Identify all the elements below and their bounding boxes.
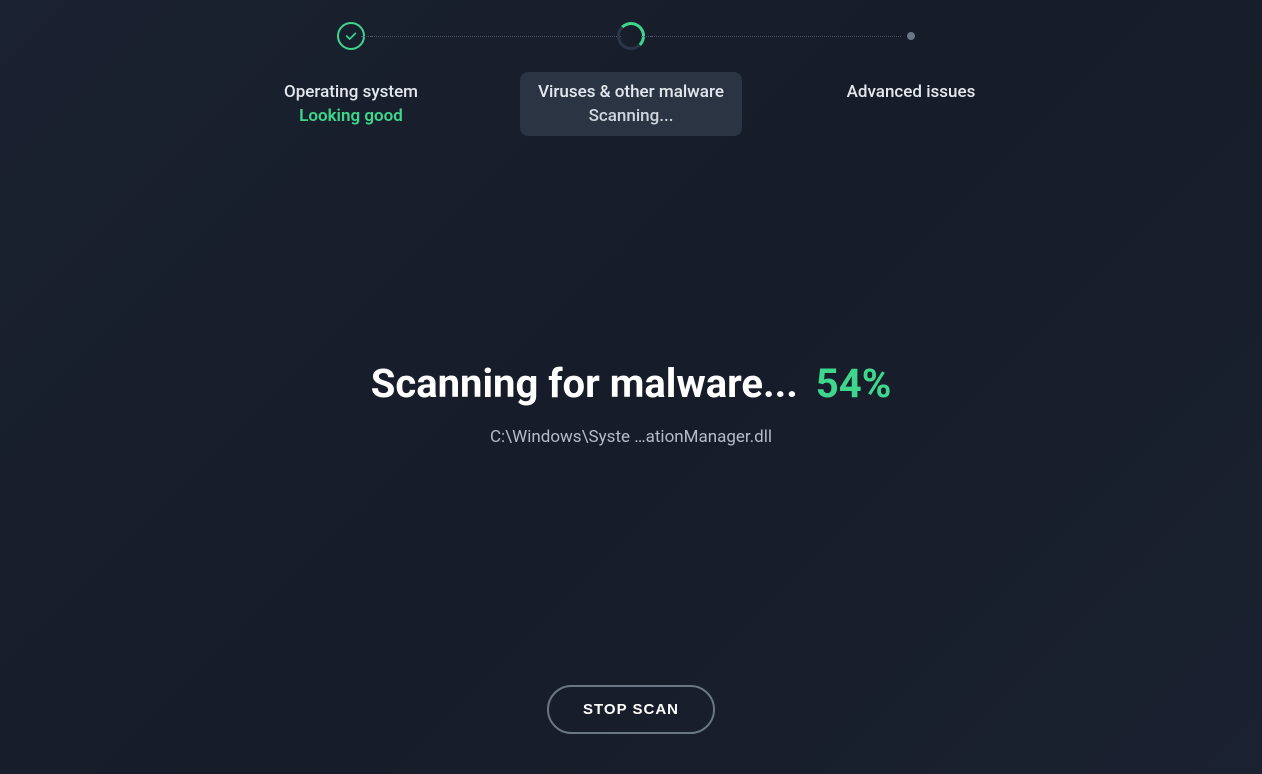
scan-headline: Scanning for malware... <box>371 360 798 407</box>
scan-status: Scanning for malware... 54% C:\Windows\S… <box>0 360 1262 447</box>
step-title: Viruses & other malware <box>538 82 724 102</box>
step-malware: Viruses & other malware Scanning... <box>491 20 771 136</box>
scan-percent: 54% <box>816 360 891 407</box>
step-status: Looking good <box>284 106 418 126</box>
step-status: Scanning... <box>538 106 724 126</box>
dot-icon <box>907 32 915 40</box>
step-title: Operating system <box>284 82 418 102</box>
step-advanced: Advanced issues <box>771 20 1051 112</box>
step-operating-system: Operating system Looking good <box>211 20 491 136</box>
progress-stepper: Operating system Looking good Viruses & … <box>0 0 1262 136</box>
stop-scan-button[interactable]: STOP SCAN <box>547 685 715 734</box>
current-file-path: C:\Windows\Syste …ationManager.dll <box>0 427 1262 447</box>
step-title: Advanced issues <box>847 82 976 102</box>
